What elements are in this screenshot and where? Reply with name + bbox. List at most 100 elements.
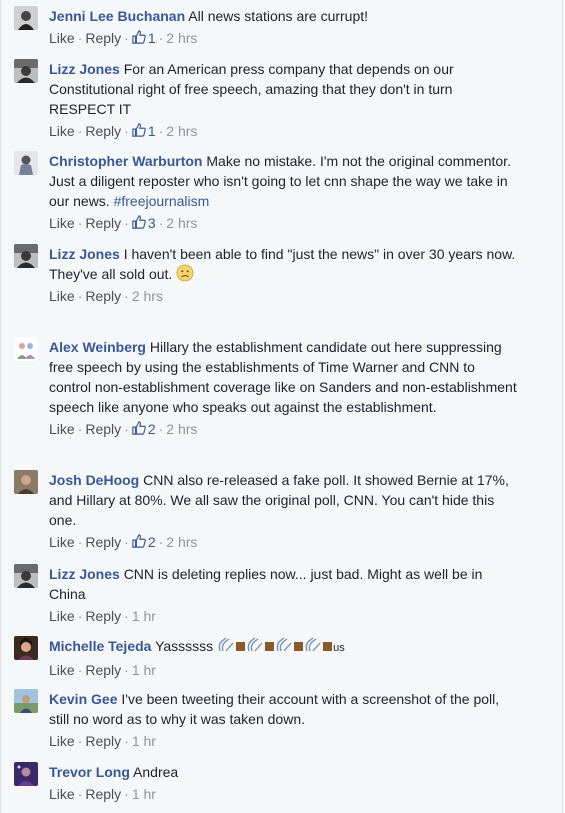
like-count-value: 1 [147, 123, 156, 139]
comment-author[interactable]: Lizz Jones [49, 566, 120, 582]
clap-emoji-icon [218, 637, 234, 652]
timestamp[interactable]: 2 hrs [166, 534, 197, 550]
like-link[interactable]: Like [49, 662, 75, 678]
separator: · [77, 786, 83, 802]
separator: · [158, 30, 164, 46]
avatar[interactable] [14, 762, 38, 786]
reply-link[interactable]: Reply [85, 215, 121, 231]
separator: · [124, 123, 129, 139]
like-count[interactable]: 2 [132, 421, 156, 437]
like-link[interactable]: Like [49, 786, 75, 802]
timestamp[interactable]: 1 hr [132, 662, 156, 678]
reply-link[interactable]: Reply [85, 421, 121, 437]
comment-author[interactable]: Lizz Jones [49, 246, 120, 262]
separator: · [77, 215, 83, 231]
timestamp[interactable]: 2 hrs [166, 215, 197, 231]
thumbs-up-icon [132, 215, 146, 229]
comment-thread: Jenni Lee Buchanan All news stations are… [0, 0, 563, 813]
comment-actions: Like · Reply · 1 hr [49, 784, 519, 804]
avatar[interactable] [14, 244, 38, 268]
reply-link[interactable]: Reply [85, 123, 121, 139]
avatar[interactable] [14, 6, 38, 30]
comment-actions: Like · Reply · 1 · 2 hrs [49, 28, 519, 48]
reply-link[interactable]: Reply [85, 608, 121, 624]
clap-emoji-icon [276, 637, 292, 652]
comment-text-line: They've all sold out. [49, 266, 173, 282]
avatar[interactable] [14, 151, 38, 175]
brown-square-icon [323, 642, 333, 651]
separator: · [124, 30, 129, 46]
comment-actions: Like · Reply · 1 · 2 hrs [49, 121, 519, 141]
clap-emoji-icon [305, 637, 321, 652]
separator: · [124, 786, 129, 802]
like-count[interactable]: 2 [132, 534, 156, 550]
reply-link[interactable]: Reply [85, 534, 121, 550]
separator: · [124, 288, 129, 304]
like-link[interactable]: Like [49, 733, 75, 749]
separator: · [77, 123, 83, 139]
comment-author[interactable]: Josh DeHoog [49, 472, 139, 488]
avatar[interactable] [14, 689, 38, 713]
avatar[interactable] [14, 636, 38, 660]
comment-author[interactable]: Michelle Tejeda [49, 638, 151, 654]
like-link[interactable]: Like [49, 123, 75, 139]
comment-text-suffix: us [333, 642, 345, 654]
reply-link[interactable]: Reply [85, 733, 121, 749]
thumbs-up-icon [132, 123, 146, 137]
comment-author[interactable]: Trevor Long [49, 764, 130, 780]
like-count-value: 1 [147, 30, 156, 46]
timestamp[interactable]: 1 hr [132, 608, 156, 624]
timestamp[interactable]: 2 hrs [166, 123, 197, 139]
comment-text: Andrea [133, 764, 179, 780]
avatar[interactable] [14, 337, 38, 361]
thumbs-up-icon [132, 534, 146, 548]
like-link[interactable]: Like [49, 608, 75, 624]
like-count[interactable]: 1 [132, 123, 156, 139]
timestamp[interactable]: 1 hr [132, 786, 156, 802]
reply-link[interactable]: Reply [85, 288, 121, 304]
timestamp[interactable]: 2 hrs [166, 30, 197, 46]
like-count-value: 2 [147, 421, 156, 437]
avatar[interactable] [14, 59, 38, 83]
comment-author[interactable]: Christopher Warburton [49, 153, 202, 169]
like-link[interactable]: Like [49, 534, 75, 550]
separator: · [158, 421, 164, 437]
hashtag-link[interactable]: #freejournalism [114, 193, 210, 209]
like-link[interactable]: Like [49, 421, 75, 437]
separator: · [77, 288, 83, 304]
separator: · [77, 608, 83, 624]
like-count[interactable]: 1 [132, 30, 156, 46]
timestamp[interactable]: 2 hrs [132, 288, 163, 304]
comment-author[interactable]: Jenni Lee Buchanan [49, 8, 185, 24]
reply-link[interactable]: Reply [85, 30, 121, 46]
timestamp[interactable]: 1 hr [132, 733, 156, 749]
thumbs-up-icon [132, 30, 146, 44]
comment-text: All news stations are currupt! [188, 8, 369, 24]
separator: · [77, 733, 83, 749]
comment-author[interactable]: Kevin Gee [49, 691, 117, 707]
separator: · [158, 534, 164, 550]
separator: · [77, 421, 83, 437]
comment-actions: Like · Reply · 2 · 2 hrs [49, 532, 519, 552]
comment-actions: Like · Reply · 2 · 2 hrs [49, 419, 519, 439]
comment-actions: Like · Reply · 3 · 2 hrs [49, 213, 519, 233]
separator: · [124, 608, 129, 624]
like-link[interactable]: Like [49, 215, 75, 231]
reply-link[interactable]: Reply [85, 786, 121, 802]
reply-link[interactable]: Reply [85, 662, 121, 678]
like-link[interactable]: Like [49, 30, 75, 46]
like-count[interactable]: 3 [132, 215, 156, 231]
brown-square-icon [294, 642, 304, 651]
like-link[interactable]: Like [49, 288, 75, 304]
separator: · [77, 534, 83, 550]
comment-author[interactable]: Alex Weinberg [49, 339, 146, 355]
separator: · [124, 421, 129, 437]
avatar[interactable] [14, 470, 38, 494]
comment-actions: Like · Reply · 2 hrs [49, 286, 519, 306]
frown-emoji-icon [176, 264, 194, 282]
avatar[interactable] [14, 564, 38, 588]
like-count-value: 2 [147, 534, 156, 550]
brown-square-icon [236, 642, 246, 651]
comment-author[interactable]: Lizz Jones [49, 61, 120, 77]
timestamp[interactable]: 2 hrs [166, 421, 197, 437]
